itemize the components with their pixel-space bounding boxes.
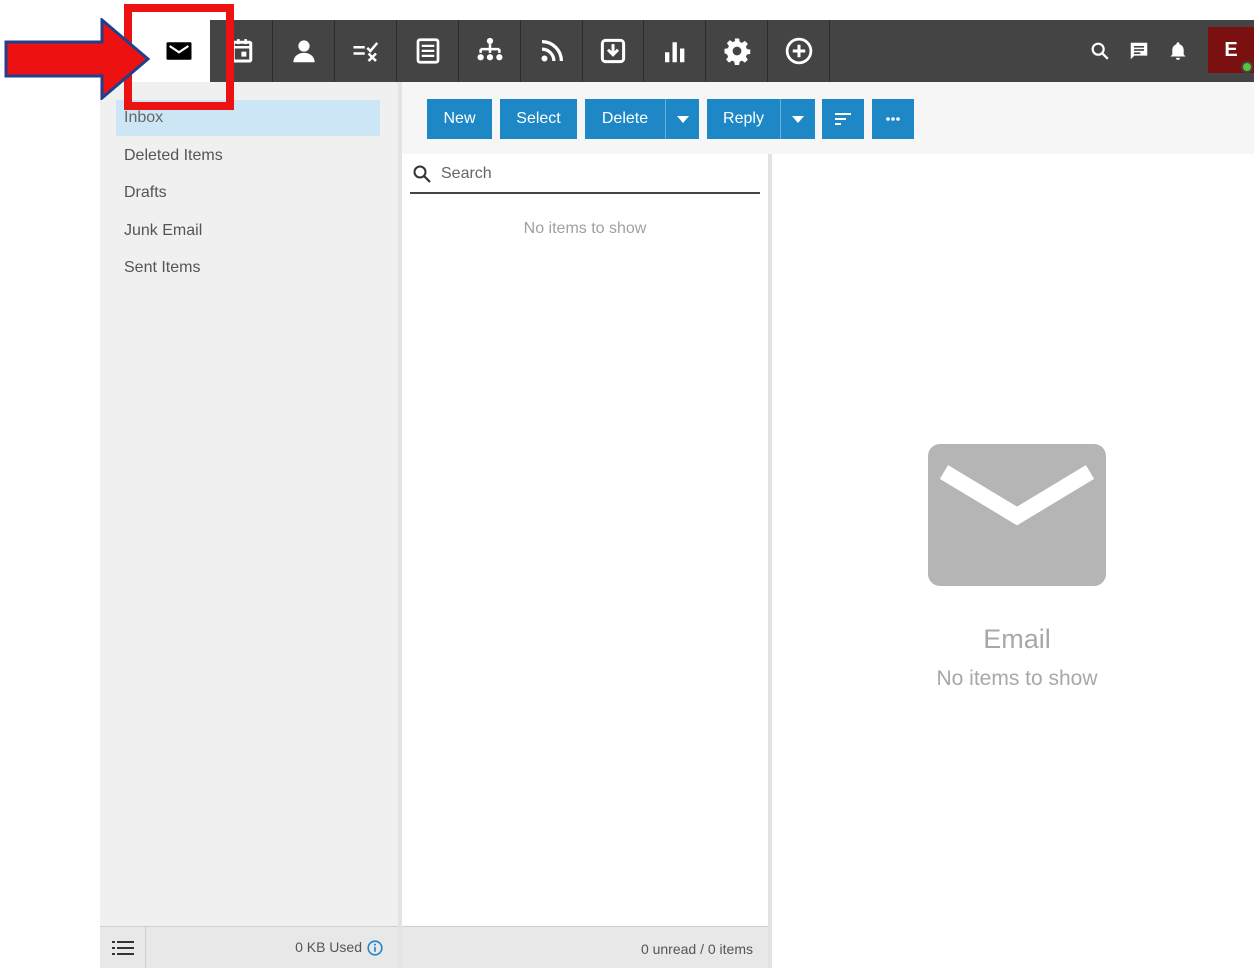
search-input[interactable]	[441, 165, 741, 183]
select-button-label: Select	[516, 110, 561, 127]
unread-count-label: 0 unread / 0 items	[640, 941, 753, 957]
rss-feed-icon	[541, 40, 563, 62]
folder-pane: Inbox Deleted Items Drafts Junk Email Se…	[100, 82, 398, 968]
reply-button[interactable]: Reply	[707, 99, 780, 139]
sort-button[interactable]	[822, 99, 864, 139]
folder-label: Inbox	[124, 109, 164, 126]
nav-tab-notes[interactable]	[397, 20, 459, 82]
reply-button-label: Reply	[723, 110, 764, 127]
notes-icon	[416, 38, 439, 64]
global-search-button[interactable]	[1083, 20, 1117, 82]
folder-label: Junk Email	[124, 222, 203, 239]
settings-gear-icon	[724, 38, 750, 65]
folder-item-sent-items[interactable]: Sent Items	[116, 250, 380, 286]
nav-tab-settings[interactable]	[706, 20, 768, 82]
folder-item-drafts[interactable]: Drafts	[116, 175, 380, 211]
folder-item-junk-email[interactable]: Junk Email	[116, 213, 380, 249]
message-search-box	[410, 156, 760, 194]
nav-tab-rss[interactable]	[521, 20, 583, 82]
chevron-down-icon	[792, 116, 804, 123]
chat-icon	[1130, 42, 1148, 60]
folder-label: Drafts	[124, 184, 167, 201]
storage-used-label: 0 KB Used	[295, 939, 362, 955]
folder-item-deleted-items[interactable]: Deleted Items	[116, 138, 380, 174]
nav-tab-download[interactable]	[582, 20, 644, 82]
new-button-label: New	[443, 110, 476, 127]
annotation-arrow-icon	[4, 18, 150, 100]
select-button[interactable]: Select	[500, 99, 577, 139]
folder-pane-footer: 0 KB Used	[100, 926, 398, 968]
delete-button-label: Delete	[601, 110, 649, 127]
message-list-footer: 0 unread / 0 items	[402, 926, 768, 968]
new-button[interactable]: New	[427, 99, 492, 139]
delete-dropdown-button[interactable]	[665, 99, 699, 139]
add-circle-icon	[785, 37, 812, 65]
nav-tab-contacts[interactable]	[273, 20, 335, 82]
nav-tab-add[interactable]	[768, 20, 830, 82]
nav-tab-reports[interactable]	[644, 20, 706, 82]
contacts-icon	[292, 40, 315, 63]
download-icon	[600, 38, 625, 64]
info-icon[interactable]	[367, 940, 383, 956]
reply-dropdown-button[interactable]	[780, 99, 815, 139]
more-options-button[interactable]	[872, 99, 914, 139]
message-list-pane	[402, 154, 768, 926]
nav-tab-tasks[interactable]	[335, 20, 397, 82]
presence-status-dot	[1241, 61, 1253, 73]
sort-icon	[835, 113, 851, 125]
folder-label: Sent Items	[124, 259, 201, 276]
reports-icon	[664, 42, 684, 63]
chevron-down-icon	[676, 116, 689, 123]
nav-tab-org-chart[interactable]	[459, 20, 521, 82]
avatar-initial: E	[1224, 38, 1238, 61]
tasks-icon	[353, 42, 378, 62]
org-chart-icon	[477, 37, 502, 61]
delete-button[interactable]: Delete	[585, 99, 665, 139]
message-list-empty-text: No items to show	[523, 220, 647, 237]
reading-pane-subtitle: No items to show	[936, 667, 1098, 690]
notifications-button[interactable]	[1161, 20, 1195, 82]
reading-pane-title: Email	[983, 624, 1051, 654]
envelope-icon	[928, 444, 1106, 586]
notification-bell-icon	[1170, 42, 1186, 60]
search-icon	[413, 165, 431, 183]
list-menu-icon	[111, 941, 134, 955]
folder-label: Deleted Items	[124, 147, 223, 164]
folder-menu-button[interactable]	[100, 927, 146, 968]
chat-button[interactable]	[1122, 20, 1156, 82]
more-dots-icon	[886, 117, 900, 121]
search-icon	[1091, 42, 1109, 60]
